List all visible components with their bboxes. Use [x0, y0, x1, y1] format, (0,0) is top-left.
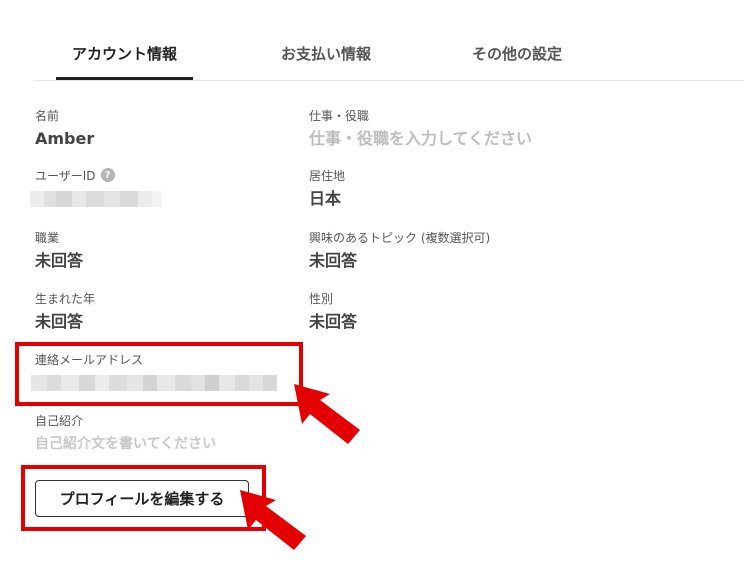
name-label: 名前: [35, 108, 60, 123]
user-id-label-row: ユーザーID ?: [35, 167, 162, 183]
interests-label: 興味のあるトピック (複数選択可): [309, 230, 491, 245]
occupation-value: 未回答: [35, 251, 84, 270]
name-value: Amber: [35, 129, 95, 148]
gender-value: 未回答: [309, 312, 358, 331]
tab-other-settings[interactable]: その他の設定: [472, 43, 562, 64]
account-settings-page: アカウント情報 お支払い情報 その他の設定 名前 Amber 仕事・役職 仕事・…: [0, 0, 744, 571]
residence-value: 日本: [309, 189, 342, 208]
edit-profile-button[interactable]: プロフィールを編集する: [35, 480, 249, 517]
field-bio: 自己紹介 自己紹介文を書いてください: [35, 412, 216, 455]
residence-label: 居住地: [309, 168, 346, 183]
field-interests: 興味のあるトピック (複数選択可) 未回答: [309, 229, 490, 272]
job-placeholder: 仕事・役職を入力してください: [309, 129, 533, 148]
user-id-redacted: [30, 188, 162, 210]
job-label: 仕事・役職: [309, 108, 370, 123]
gender-label: 性別: [309, 291, 334, 306]
user-id-label: ユーザーID: [35, 168, 96, 183]
tab-payment-info[interactable]: お支払い情報: [281, 43, 371, 64]
settings-tabs: アカウント情報 お支払い情報 その他の設定: [34, 0, 744, 81]
field-user-id: ユーザーID ?: [30, 167, 162, 210]
field-occupation: 職業 未回答: [35, 229, 83, 272]
birth-year-value: 未回答: [35, 312, 84, 331]
help-icon[interactable]: ?: [100, 168, 115, 182]
field-residence: 居住地 日本: [309, 167, 345, 210]
interests-value: 未回答: [309, 251, 358, 270]
birth-year-label: 生まれた年: [35, 291, 96, 306]
bio-label: 自己紹介: [35, 413, 84, 428]
field-birth-year: 生まれた年 未回答: [35, 290, 95, 333]
field-job: 仕事・役職 仕事・役職を入力してください: [309, 107, 532, 150]
tab-account-info[interactable]: アカウント情報: [72, 43, 177, 64]
email-highlight-box: [15, 342, 303, 406]
active-tab-indicator: [56, 77, 193, 80]
red-arrow-icon: [240, 490, 306, 550]
occupation-label: 職業: [35, 230, 60, 245]
field-gender: 性別 未回答: [309, 290, 357, 333]
red-arrow-icon: [294, 384, 360, 444]
bio-placeholder: 自己紹介文を書いてください: [35, 436, 217, 452]
field-name: 名前 Amber: [35, 107, 94, 150]
